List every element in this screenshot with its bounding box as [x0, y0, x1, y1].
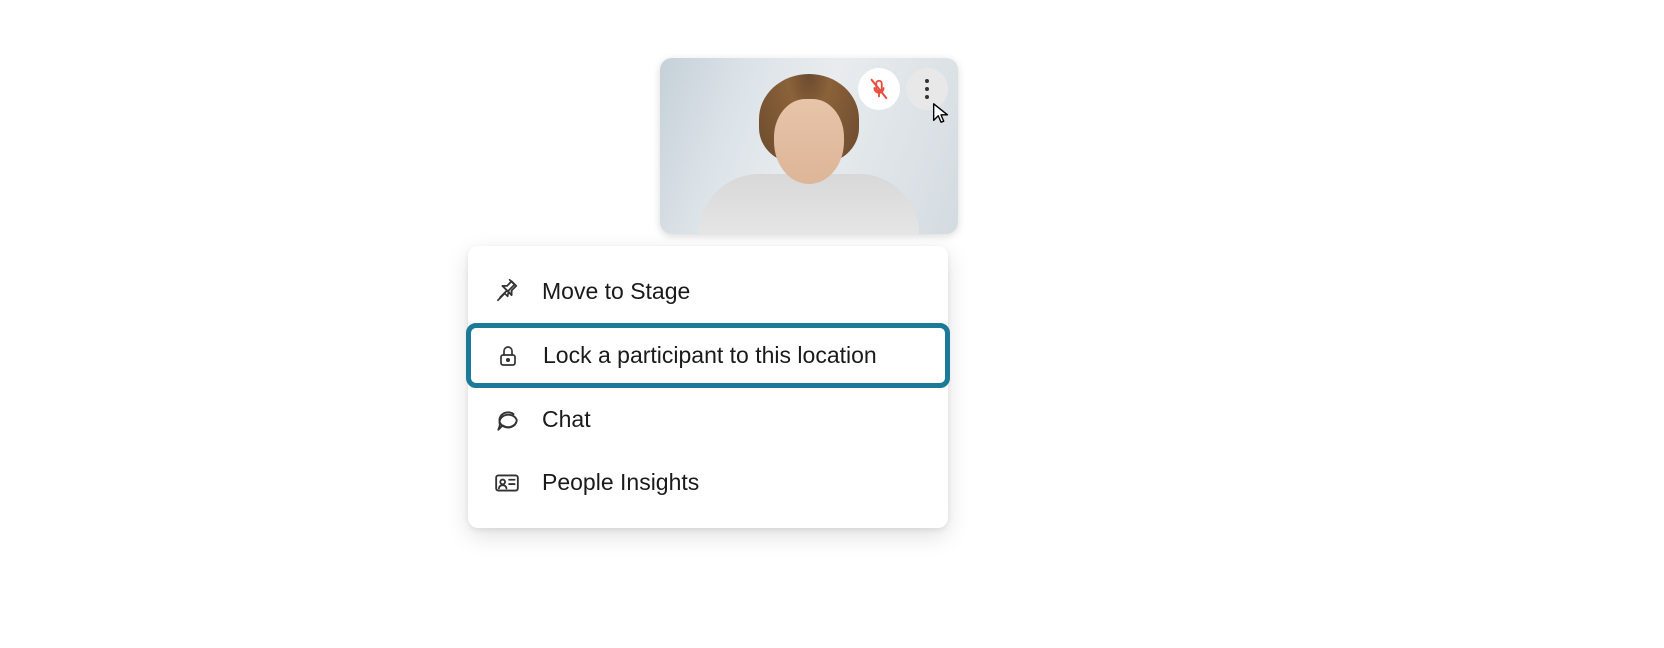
tile-controls [858, 68, 948, 110]
menu-item-label: Chat [542, 406, 591, 433]
menu-item-chat[interactable]: Chat [468, 388, 948, 451]
menu-item-label: People Insights [542, 469, 699, 496]
more-options-icon [925, 79, 929, 99]
cursor-icon [930, 102, 952, 124]
menu-item-label: Lock a participant to this location [543, 342, 877, 369]
mic-muted-button[interactable] [858, 68, 900, 110]
participant-video-tile[interactable] [660, 58, 958, 234]
more-options-button[interactable] [906, 68, 948, 110]
menu-item-label: Move to Stage [542, 278, 690, 305]
participant-context-menu: Move to Stage Lock a participant to this… [468, 246, 948, 528]
chat-icon [494, 407, 520, 433]
menu-item-people-insights[interactable]: People Insights [468, 451, 948, 514]
people-insights-icon [494, 470, 520, 496]
menu-item-move-to-stage[interactable]: Move to Stage [468, 260, 948, 323]
menu-item-lock-participant[interactable]: Lock a participant to this location [466, 323, 950, 388]
pin-icon [494, 279, 520, 305]
mic-muted-icon [866, 76, 892, 102]
lock-icon [495, 343, 521, 369]
